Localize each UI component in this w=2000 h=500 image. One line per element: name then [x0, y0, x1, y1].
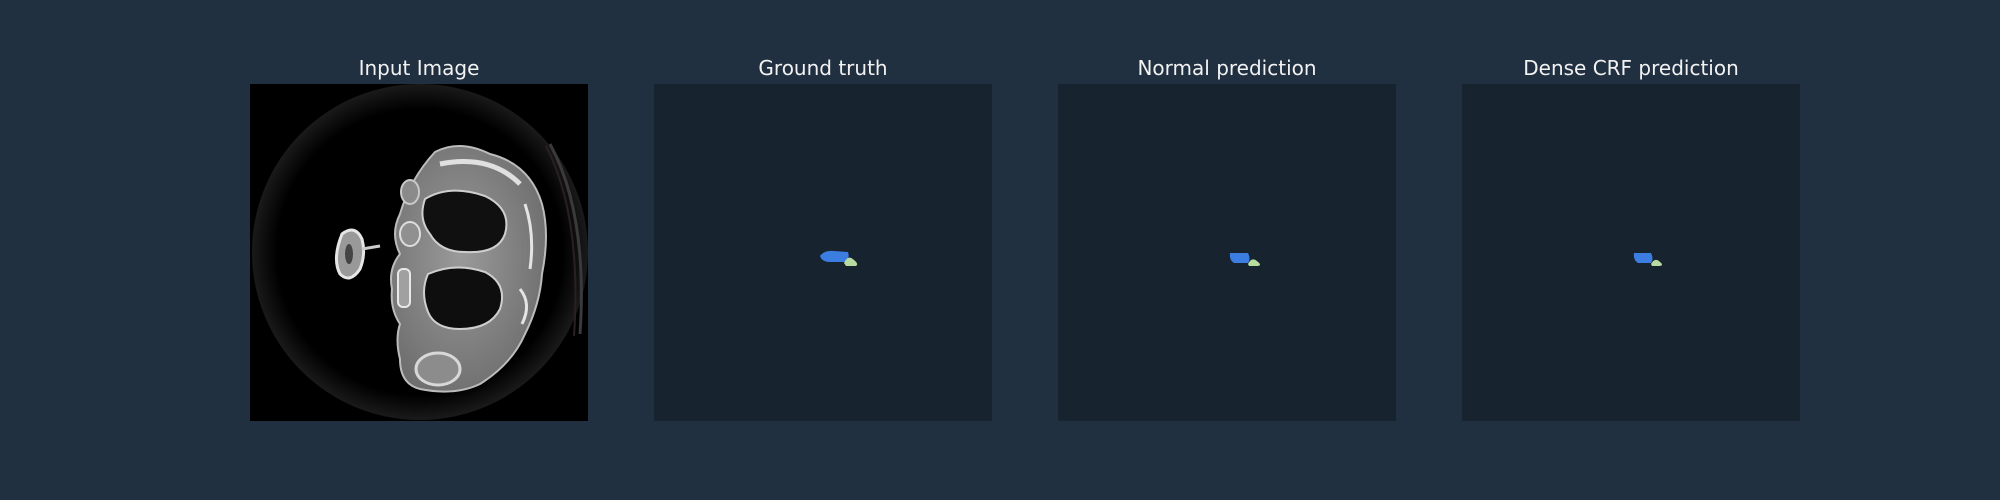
- segment-class-1: [1229, 253, 1250, 263]
- panel-normal-prediction: Normal prediction: [1058, 0, 1396, 500]
- normal-prediction-mask: [1058, 84, 1396, 421]
- panel-ground-truth: Ground truth: [654, 0, 992, 500]
- ground-truth-mask: [654, 84, 992, 421]
- segment-class-1: [1633, 253, 1653, 263]
- panel-title: Dense CRF prediction: [1523, 56, 1739, 80]
- panel-title: Normal prediction: [1137, 56, 1317, 80]
- figure-canvas: { "panels": [ { "title": "Input Image" }…: [0, 0, 2000, 500]
- panel-input-image: Input Image: [250, 0, 588, 500]
- dense-crf-prediction-mask: [1462, 84, 1800, 421]
- panel-dense-crf-prediction: Dense CRF prediction: [1462, 0, 1800, 500]
- panel-title: Ground truth: [758, 56, 888, 80]
- panel-title: Input Image: [358, 56, 480, 80]
- segment-class-1: [820, 250, 849, 262]
- ct-scan-image: [250, 84, 588, 421]
